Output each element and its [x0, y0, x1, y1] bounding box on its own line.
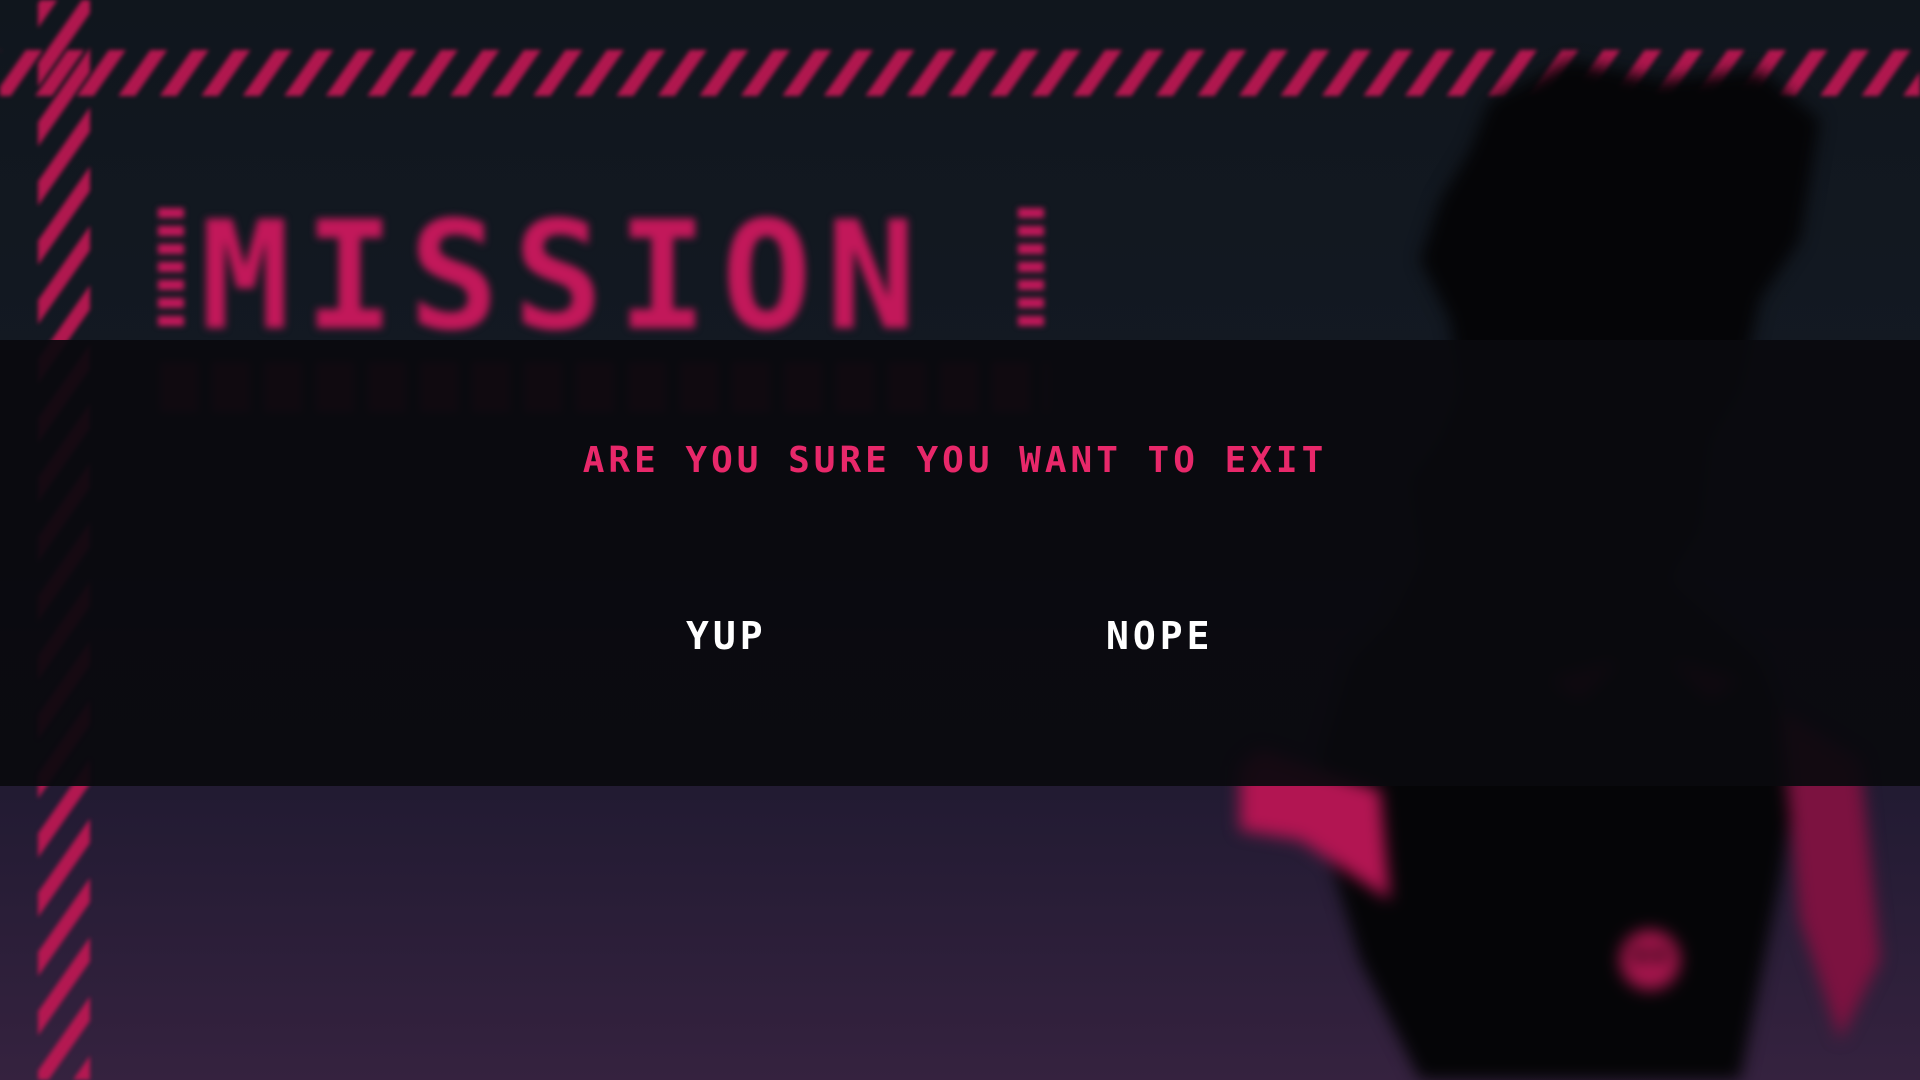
- title-ornament-right: [1018, 208, 1044, 332]
- exit-confirm-prompt: ARE YOU SURE YOU WANT TO EXIT: [582, 440, 1328, 481]
- exit-confirm-dialog: [0, 340, 1920, 786]
- confirm-exit-button[interactable]: YUP: [686, 614, 767, 658]
- mission-title: MISSION: [200, 190, 931, 364]
- title-ornament-left: [158, 208, 184, 332]
- cancel-exit-button[interactable]: NOPE: [1106, 614, 1214, 658]
